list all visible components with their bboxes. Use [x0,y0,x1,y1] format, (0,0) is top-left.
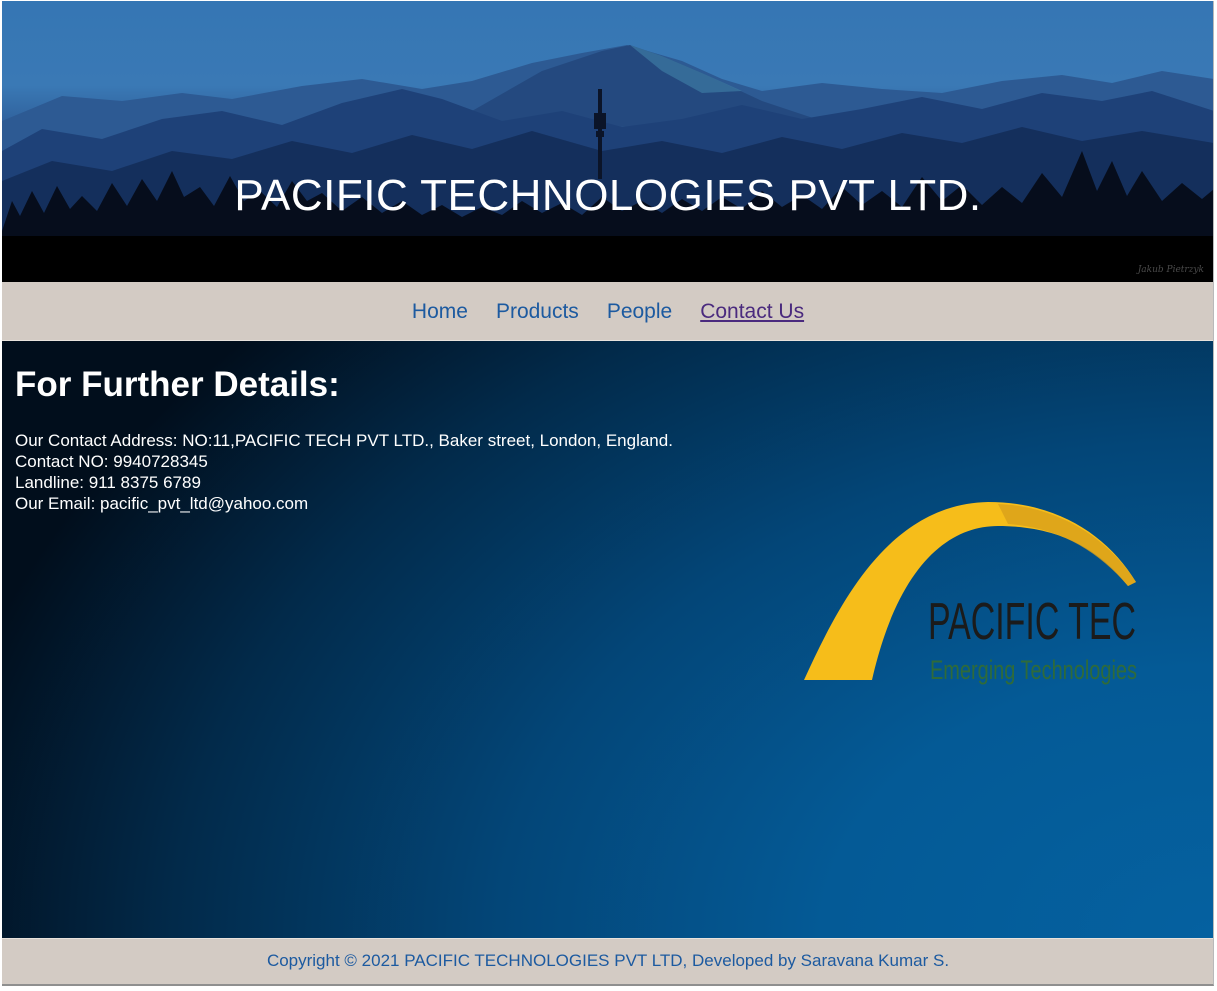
contact-phone: Contact NO: 9940728345 [15,452,208,471]
page-frame: PACIFIC TECHNOLOGIES PVT LTD. Jakub Piet… [2,1,1214,986]
logo-tagline: Emerging Technologies [930,655,1137,685]
contact-address: Our Contact Address: NO:11,PACIFIC TECH … [15,431,673,450]
header-banner: PACIFIC TECHNOLOGIES PVT LTD. Jakub Piet… [2,1,1213,282]
logo-name: PACIFIC TEC [928,593,1136,651]
contact-email: Our Email: pacific_pvt_ltd@yahoo.com [15,494,309,513]
nav-link-home[interactable]: Home [412,282,468,342]
nav-link-products[interactable]: Products [496,282,579,342]
nav-link-people[interactable]: People [607,282,672,342]
main-nav: Home Products People Contact Us [2,282,1213,342]
logo-arc-icon [804,502,1136,680]
contact-details: Our Contact Address: NO:11,PACIFIC TECH … [15,430,673,514]
nav-link-contact-us[interactable]: Contact Us [700,282,804,342]
site-title: PACIFIC TECHNOLOGIES PVT LTD. [234,171,982,220]
contact-landline: Landline: 911 8375 6789 [15,473,201,492]
contact-content: For Further Details: Our Contact Address… [2,341,1213,938]
mountain-landscape-image [2,45,1213,282]
copyright-text: Copyright © 2021 PACIFIC TECHNOLOGIES PV… [266,951,950,970]
page-footer: Copyright © 2021 PACIFIC TECHNOLOGIES PV… [2,938,1213,984]
page-heading: For Further Details: [15,365,340,404]
photographer-signature: Jakub Pietrzyk [1137,265,1204,275]
pacific-tec-logo: PACIFIC TEC Emerging Technologies [804,502,1137,685]
